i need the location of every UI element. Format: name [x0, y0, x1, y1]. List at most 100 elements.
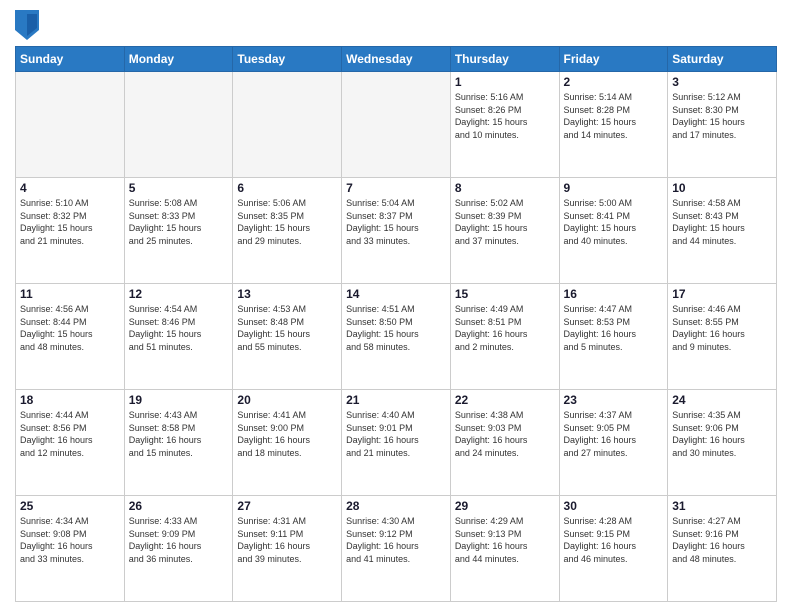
- day-info: Sunrise: 4:37 AM Sunset: 9:05 PM Dayligh…: [564, 409, 664, 459]
- day-info: Sunrise: 5:14 AM Sunset: 8:28 PM Dayligh…: [564, 91, 664, 141]
- day-cell: 9 Sunrise: 5:00 AM Sunset: 8:41 PM Daylig…: [559, 178, 668, 284]
- day-cell: 26 Sunrise: 4:33 AM Sunset: 9:09 PM Dayli…: [124, 496, 233, 602]
- day-cell: 2 Sunrise: 5:14 AM Sunset: 8:28 PM Daylig…: [559, 72, 668, 178]
- day-cell: 12 Sunrise: 4:54 AM Sunset: 8:46 PM Dayli…: [124, 284, 233, 390]
- day-number: 4: [20, 181, 120, 195]
- day-info: Sunrise: 4:43 AM Sunset: 8:58 PM Dayligh…: [129, 409, 229, 459]
- day-cell: [233, 72, 342, 178]
- day-number: 25: [20, 499, 120, 513]
- day-info: Sunrise: 4:34 AM Sunset: 9:08 PM Dayligh…: [20, 515, 120, 565]
- day-info: Sunrise: 5:00 AM Sunset: 8:41 PM Dayligh…: [564, 197, 664, 247]
- day-info: Sunrise: 5:16 AM Sunset: 8:26 PM Dayligh…: [455, 91, 555, 141]
- day-cell: 13 Sunrise: 4:53 AM Sunset: 8:48 PM Dayli…: [233, 284, 342, 390]
- day-number: 27: [237, 499, 337, 513]
- day-cell: 16 Sunrise: 4:47 AM Sunset: 8:53 PM Dayli…: [559, 284, 668, 390]
- day-cell: 5 Sunrise: 5:08 AM Sunset: 8:33 PM Daylig…: [124, 178, 233, 284]
- day-number: 10: [672, 181, 772, 195]
- day-cell: 23 Sunrise: 4:37 AM Sunset: 9:05 PM Dayli…: [559, 390, 668, 496]
- day-info: Sunrise: 4:54 AM Sunset: 8:46 PM Dayligh…: [129, 303, 229, 353]
- day-cell: 22Sunrise: 4:38 AM Sunset: 9:03 PM Dayli…: [450, 390, 559, 496]
- day-number: 24: [672, 393, 772, 407]
- day-info: Sunrise: 4:53 AM Sunset: 8:48 PM Dayligh…: [237, 303, 337, 353]
- calendar: SundayMondayTuesdayWednesdayThursdayFrid…: [15, 46, 777, 602]
- week-row-1: 4 Sunrise: 5:10 AM Sunset: 8:32 PM Daylig…: [16, 178, 777, 284]
- day-info: Sunrise: 4:38 AM Sunset: 9:03 PM Dayligh…: [455, 409, 555, 459]
- day-info: Sunrise: 4:51 AM Sunset: 8:50 PM Dayligh…: [346, 303, 446, 353]
- day-cell: 6 Sunrise: 5:06 AM Sunset: 8:35 PM Daylig…: [233, 178, 342, 284]
- day-info: Sunrise: 4:33 AM Sunset: 9:09 PM Dayligh…: [129, 515, 229, 565]
- day-cell: 3 Sunrise: 5:12 AM Sunset: 8:30 PM Daylig…: [668, 72, 777, 178]
- day-cell: 7Sunrise: 5:04 AM Sunset: 8:37 PM Daylig…: [342, 178, 451, 284]
- weekday-thursday: Thursday: [450, 47, 559, 72]
- day-number: 18: [20, 393, 120, 407]
- day-cell: 29Sunrise: 4:29 AM Sunset: 9:13 PM Dayli…: [450, 496, 559, 602]
- day-cell: 1 Sunrise: 5:16 AM Sunset: 8:26 PM Daylig…: [450, 72, 559, 178]
- day-cell: [342, 72, 451, 178]
- day-info: Sunrise: 5:06 AM Sunset: 8:35 PM Dayligh…: [237, 197, 337, 247]
- day-cell: [16, 72, 125, 178]
- day-cell: 30 Sunrise: 4:28 AM Sunset: 9:15 PM Dayli…: [559, 496, 668, 602]
- day-cell: 10 Sunrise: 4:58 AM Sunset: 8:43 PM Dayli…: [668, 178, 777, 284]
- day-number: 28: [346, 499, 446, 513]
- weekday-header-row: SundayMondayTuesdayWednesdayThursdayFrid…: [16, 47, 777, 72]
- day-info: Sunrise: 4:40 AM Sunset: 9:01 PM Dayligh…: [346, 409, 446, 459]
- day-info: Sunrise: 4:29 AM Sunset: 9:13 PM Dayligh…: [455, 515, 555, 565]
- day-info: Sunrise: 5:12 AM Sunset: 8:30 PM Dayligh…: [672, 91, 772, 141]
- day-cell: 25 Sunrise: 4:34 AM Sunset: 9:08 PM Dayli…: [16, 496, 125, 602]
- day-number: 3: [672, 75, 772, 89]
- day-info: Sunrise: 4:58 AM Sunset: 8:43 PM Dayligh…: [672, 197, 772, 247]
- weekday-tuesday: Tuesday: [233, 47, 342, 72]
- day-cell: 17 Sunrise: 4:46 AM Sunset: 8:55 PM Dayli…: [668, 284, 777, 390]
- day-number: 5: [129, 181, 229, 195]
- page: SundayMondayTuesdayWednesdayThursdayFrid…: [0, 0, 792, 612]
- day-cell: 15Sunrise: 4:49 AM Sunset: 8:51 PM Dayli…: [450, 284, 559, 390]
- day-number: 8: [455, 181, 555, 195]
- day-number: 6: [237, 181, 337, 195]
- day-number: 17: [672, 287, 772, 301]
- day-cell: 28 Sunrise: 4:30 AM Sunset: 9:12 PM Dayli…: [342, 496, 451, 602]
- day-number: 7: [346, 181, 446, 195]
- day-info: Sunrise: 5:08 AM Sunset: 8:33 PM Dayligh…: [129, 197, 229, 247]
- day-info: Sunrise: 5:10 AM Sunset: 8:32 PM Dayligh…: [20, 197, 120, 247]
- header: [15, 10, 777, 40]
- day-cell: 18Sunrise: 4:44 AM Sunset: 8:56 PM Dayli…: [16, 390, 125, 496]
- day-number: 1: [455, 75, 555, 89]
- day-cell: 21 Sunrise: 4:40 AM Sunset: 9:01 PM Dayli…: [342, 390, 451, 496]
- day-cell: 24 Sunrise: 4:35 AM Sunset: 9:06 PM Dayli…: [668, 390, 777, 496]
- day-number: 14: [346, 287, 446, 301]
- day-number: 9: [564, 181, 664, 195]
- day-info: Sunrise: 4:56 AM Sunset: 8:44 PM Dayligh…: [20, 303, 120, 353]
- weekday-monday: Monday: [124, 47, 233, 72]
- day-number: 19: [129, 393, 229, 407]
- day-number: 11: [20, 287, 120, 301]
- logo: [15, 10, 43, 40]
- day-info: Sunrise: 4:47 AM Sunset: 8:53 PM Dayligh…: [564, 303, 664, 353]
- day-number: 16: [564, 287, 664, 301]
- week-row-3: 18Sunrise: 4:44 AM Sunset: 8:56 PM Dayli…: [16, 390, 777, 496]
- day-number: 30: [564, 499, 664, 513]
- day-info: Sunrise: 4:35 AM Sunset: 9:06 PM Dayligh…: [672, 409, 772, 459]
- day-number: 13: [237, 287, 337, 301]
- day-info: Sunrise: 4:30 AM Sunset: 9:12 PM Dayligh…: [346, 515, 446, 565]
- day-info: Sunrise: 4:46 AM Sunset: 8:55 PM Dayligh…: [672, 303, 772, 353]
- day-cell: 20Sunrise: 4:41 AM Sunset: 9:00 PM Dayli…: [233, 390, 342, 496]
- day-number: 21: [346, 393, 446, 407]
- week-row-4: 25 Sunrise: 4:34 AM Sunset: 9:08 PM Dayli…: [16, 496, 777, 602]
- day-info: Sunrise: 4:41 AM Sunset: 9:00 PM Dayligh…: [237, 409, 337, 459]
- week-row-2: 11 Sunrise: 4:56 AM Sunset: 8:44 PM Dayli…: [16, 284, 777, 390]
- day-number: 26: [129, 499, 229, 513]
- day-cell: [124, 72, 233, 178]
- day-cell: 4 Sunrise: 5:10 AM Sunset: 8:32 PM Daylig…: [16, 178, 125, 284]
- day-number: 2: [564, 75, 664, 89]
- day-number: 23: [564, 393, 664, 407]
- day-number: 31: [672, 499, 772, 513]
- day-cell: 11 Sunrise: 4:56 AM Sunset: 8:44 PM Dayli…: [16, 284, 125, 390]
- week-row-0: 1 Sunrise: 5:16 AM Sunset: 8:26 PM Daylig…: [16, 72, 777, 178]
- logo-icon: [15, 10, 39, 40]
- weekday-sunday: Sunday: [16, 47, 125, 72]
- weekday-wednesday: Wednesday: [342, 47, 451, 72]
- day-info: Sunrise: 4:28 AM Sunset: 9:15 PM Dayligh…: [564, 515, 664, 565]
- day-cell: 19 Sunrise: 4:43 AM Sunset: 8:58 PM Dayli…: [124, 390, 233, 496]
- day-cell: 31Sunrise: 4:27 AM Sunset: 9:16 PM Dayli…: [668, 496, 777, 602]
- day-number: 12: [129, 287, 229, 301]
